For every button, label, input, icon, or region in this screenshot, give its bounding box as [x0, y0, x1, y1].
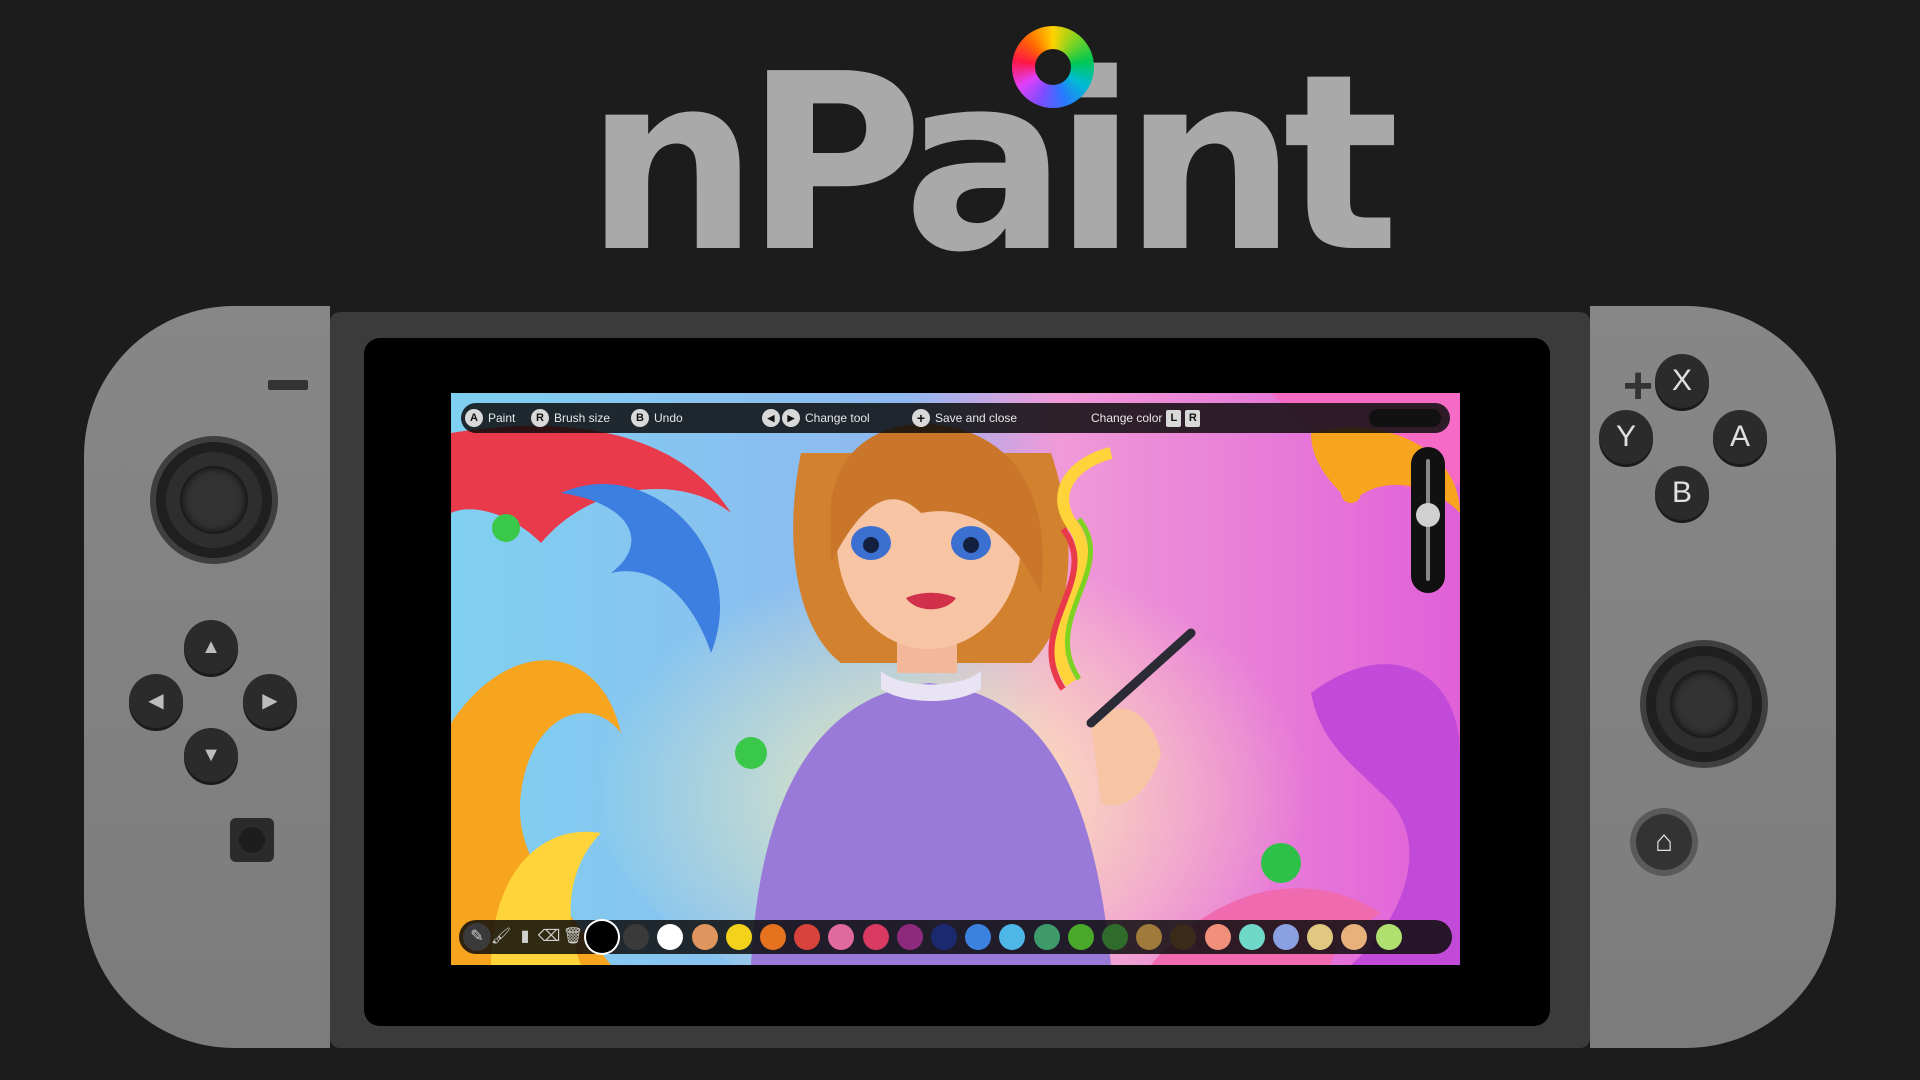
dpad-right-icon: ▶: [782, 409, 800, 427]
color-swatch[interactable]: [1307, 924, 1334, 950]
left-joycon: ▲ ◀ ▶ ▼: [84, 306, 330, 1048]
color-swatch[interactable]: [1341, 924, 1368, 950]
color-swatch[interactable]: [589, 924, 615, 950]
color-swatch[interactable]: [725, 924, 752, 950]
hint-brush-size: R Brush size: [531, 403, 610, 433]
plus-button[interactable]: +: [1618, 360, 1658, 412]
color-swatch[interactable]: [1238, 924, 1265, 950]
green-blob-3: [1261, 843, 1301, 883]
color-swatch[interactable]: [896, 924, 923, 950]
color-swatch[interactable]: [1033, 924, 1060, 950]
hint-brush-size-label: Brush size: [554, 411, 611, 425]
minus-button[interactable]: [268, 380, 308, 390]
color-swatch[interactable]: [1170, 924, 1197, 950]
right-stick-icon: R: [531, 409, 549, 427]
hint-save-label: Save and close: [935, 411, 1018, 425]
tool-palette-bar: ✎ 🖌 ▮ ⌫ 🗑: [459, 920, 1452, 954]
orange-drop: [1341, 483, 1361, 503]
hint-change-tool-label: Change tool: [805, 411, 870, 425]
right-stick[interactable]: [1646, 646, 1762, 762]
l-button-icon: L: [1166, 409, 1182, 427]
hint-save: + Save and close: [912, 403, 1017, 433]
a-button[interactable]: A: [1713, 410, 1767, 464]
npaint-logo: nPaint: [585, 18, 1400, 306]
hint-change-tool: ◀ ▶ Change tool: [762, 403, 870, 433]
screen-bezel: A Paint R Brush size B Undo ◀ ▶ Change t…: [364, 338, 1550, 1026]
logo-text: nPaint: [585, 22, 1400, 306]
color-swatch[interactable]: [1375, 924, 1402, 950]
current-color-preview: [1369, 409, 1441, 427]
app-screen: A Paint R Brush size B Undo ◀ ▶ Change t…: [451, 393, 1460, 965]
color-swatch[interactable]: [794, 924, 821, 950]
color-swatch[interactable]: [1273, 924, 1299, 950]
color-swatch[interactable]: [1136, 924, 1163, 950]
dpad-up-button[interactable]: ▲: [184, 620, 238, 674]
left-pupil: [863, 537, 879, 553]
y-button[interactable]: Y: [1599, 410, 1653, 464]
color-swatch[interactable]: [657, 924, 684, 950]
home-button[interactable]: ⌂: [1636, 814, 1692, 870]
a-button-icon: A: [465, 409, 483, 427]
x-button[interactable]: X: [1655, 354, 1709, 408]
right-pupil: [963, 537, 979, 553]
color-swatch[interactable]: [999, 924, 1026, 950]
left-stick[interactable]: [156, 442, 272, 558]
color-swatch[interactable]: [691, 924, 718, 950]
green-blob-2: [735, 737, 767, 769]
hint-paint: A Paint: [465, 403, 515, 433]
r-button-icon: R: [1185, 409, 1201, 427]
hint-undo-label: Undo: [654, 411, 683, 425]
b-button[interactable]: B: [1655, 466, 1709, 520]
right-joycon: + X Y A B ⌂: [1590, 306, 1836, 1048]
slider-knob[interactable]: [1416, 503, 1440, 528]
console-body: A Paint R Brush size B Undo ◀ ▶ Change t…: [330, 312, 1590, 1048]
hint-change-color: Change color L R: [1091, 403, 1201, 433]
dpad-left-icon: ◀: [762, 409, 780, 427]
capture-button[interactable]: [230, 818, 274, 862]
color-swatch[interactable]: [828, 924, 855, 950]
plus-button-icon: +: [912, 409, 930, 427]
bucket-icon[interactable]: 🗑: [559, 923, 587, 951]
color-wheel-icon: [1012, 26, 1094, 108]
b-button-icon: B: [631, 409, 649, 427]
dpad-right-button[interactable]: ▶: [243, 674, 297, 728]
color-swatch[interactable]: [760, 924, 786, 950]
drawing-canvas[interactable]: [451, 393, 1460, 965]
brush-size-slider[interactable]: [1411, 447, 1445, 593]
color-swatch[interactable]: [1067, 924, 1094, 950]
color-swatch[interactable]: [623, 924, 650, 950]
color-swatch[interactable]: [1204, 924, 1231, 950]
hint-undo: B Undo: [631, 403, 683, 433]
color-swatch[interactable]: [965, 924, 992, 950]
dpad-down-button[interactable]: ▼: [184, 728, 238, 782]
hint-paint-label: Paint: [488, 411, 516, 425]
dpad-left-button[interactable]: ◀: [129, 674, 183, 728]
color-swatch[interactable]: [862, 924, 889, 950]
controls-help-bar: A Paint R Brush size B Undo ◀ ▶ Change t…: [461, 403, 1450, 433]
hint-change-color-label: Change color: [1091, 411, 1163, 425]
color-swatch[interactable]: [1102, 924, 1128, 950]
green-blob-1: [492, 514, 520, 542]
color-swatch[interactable]: [931, 924, 957, 950]
